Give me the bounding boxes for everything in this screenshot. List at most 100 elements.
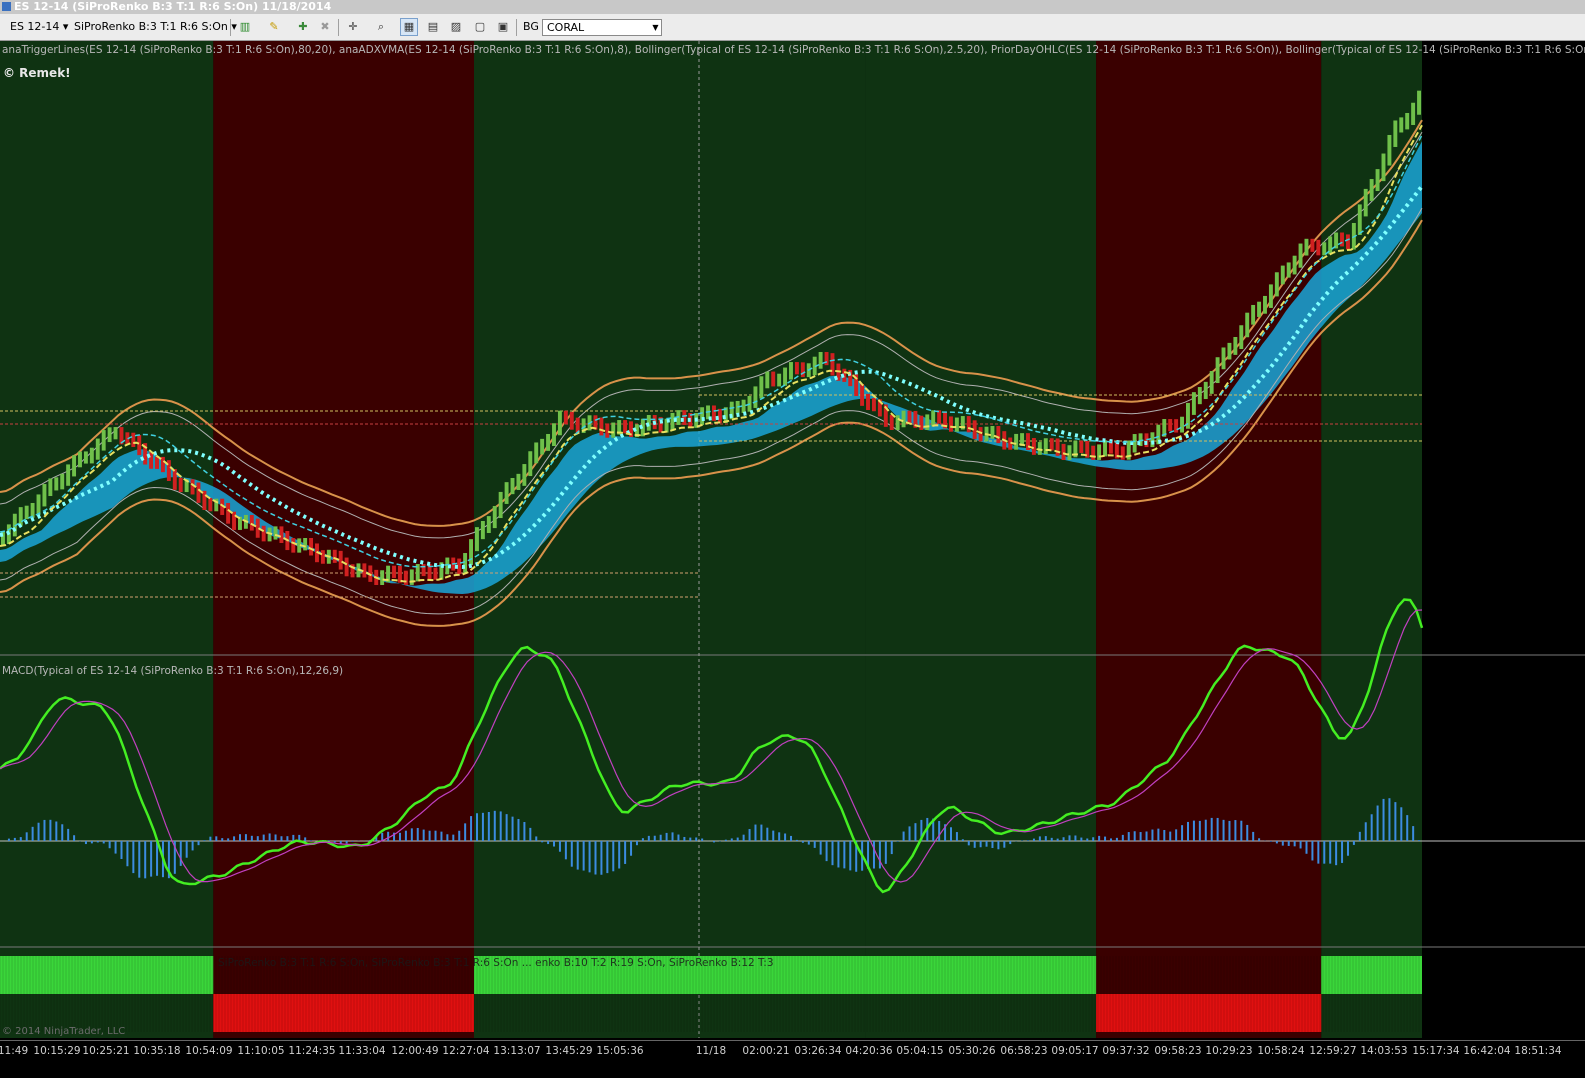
- renko-bar: [83, 451, 88, 464]
- renko-bar: [232, 511, 236, 530]
- renko-bar: [178, 477, 183, 493]
- renko-bar: [1399, 117, 1404, 133]
- renko-bar: [475, 527, 479, 552]
- renko-bar: [303, 538, 308, 551]
- renko-bar: [931, 410, 936, 427]
- renko-bar: [1061, 443, 1066, 460]
- renko-bar: [1227, 342, 1232, 360]
- renko-bar: [771, 371, 776, 387]
- renko-bar: [599, 417, 604, 436]
- renko-bar: [486, 516, 491, 534]
- renko-bar: [1079, 440, 1084, 453]
- renko-bar: [966, 416, 971, 433]
- renko-bar: [866, 393, 870, 411]
- renko-bar: [1345, 234, 1350, 250]
- renko-bar: [1097, 444, 1102, 460]
- renko-bar: [338, 550, 343, 570]
- renko-bar: [794, 362, 799, 375]
- time-axis-tick: 10:29:23: [1205, 1045, 1253, 1057]
- renko-bar: [552, 423, 556, 446]
- time-axis-tick: 13:45:29: [545, 1045, 593, 1057]
- renko-bar: [1209, 371, 1214, 394]
- renko-bar: [907, 410, 912, 423]
- renko-bar: [789, 362, 793, 380]
- regime-band: [865, 41, 1097, 1038]
- renko-bar: [1239, 325, 1244, 349]
- indicator-list-label: anaTriggerLines(ES 12-14 (SiProRenko B:3…: [2, 44, 1585, 56]
- renko-bar: [889, 414, 894, 430]
- renko-bar: [540, 438, 545, 455]
- renko-bar: [202, 490, 207, 510]
- renko-bar: [510, 478, 515, 495]
- renko-bar: [860, 384, 865, 406]
- renko-bar: [546, 433, 551, 451]
- renko-bar: [1286, 262, 1291, 278]
- time-axis-tick: 09:05:17: [1051, 1045, 1099, 1057]
- renko-bar: [344, 557, 349, 577]
- macd-panel-label: MACD(Typical of ES 12-14 (SiProRenko B:3…: [2, 665, 344, 677]
- timeframe-bar-bear: [1096, 994, 1322, 1032]
- time-axis-tick: 14:03:53: [1360, 1045, 1408, 1057]
- renko-bar: [309, 538, 314, 556]
- renko-bar: [901, 410, 906, 428]
- renko-bar: [824, 352, 829, 366]
- renko-bar: [1221, 347, 1226, 370]
- time-axis-tick: 03:26:34: [794, 1045, 842, 1057]
- renko-bar: [783, 367, 788, 386]
- renko-bar: [421, 564, 426, 577]
- renko-bar: [463, 553, 468, 575]
- renko-bar: [113, 427, 118, 440]
- renko-bar: [131, 432, 136, 448]
- renko-bar: [753, 386, 758, 408]
- renko-bar: [1298, 243, 1303, 268]
- renko-bar: [1031, 438, 1036, 455]
- renko-bar: [1405, 112, 1410, 130]
- time-axis-tick: 12:27:04: [442, 1045, 490, 1057]
- renko-bar: [605, 423, 610, 438]
- renko-bar: [1340, 232, 1344, 247]
- renko-bar: [30, 502, 35, 518]
- renko-bar: [937, 410, 942, 424]
- price-chart-area[interactable]: [0, 0, 1585, 1040]
- renko-bar: [1387, 134, 1392, 166]
- renko-bar: [1197, 387, 1202, 405]
- renko-bar: [1014, 433, 1019, 450]
- time-axis-tick: 11:33:04: [338, 1045, 386, 1057]
- time-axis[interactable]: 11:49 10:15:29 10:25:21 10:35:18 10:54:09 11:…: [0, 1040, 1585, 1078]
- time-axis-tick: 10:58:24: [1257, 1045, 1305, 1057]
- renko-bar: [1417, 90, 1421, 115]
- renko-bar: [557, 410, 562, 436]
- renko-bar: [1316, 239, 1321, 256]
- timeframe-bar-bull: [0, 956, 214, 994]
- renko-bar: [1245, 312, 1250, 338]
- renko-bar: [249, 514, 254, 531]
- renko-bar: [320, 550, 325, 564]
- renko-bar: [332, 549, 337, 563]
- time-axis-tick: 11:49: [0, 1045, 29, 1057]
- renko-bar: [48, 478, 53, 497]
- renko-bar: [1174, 419, 1179, 433]
- renko-bar: [1215, 357, 1220, 384]
- renko-bar: [1304, 238, 1309, 256]
- renko-bar: [469, 539, 473, 566]
- renko-bar: [89, 447, 94, 464]
- time-axis-tick: 10:54:09: [185, 1045, 233, 1057]
- renko-bar: [1120, 446, 1125, 460]
- renko-bar: [160, 456, 165, 473]
- time-axis-tick: 15:05:36: [596, 1045, 644, 1057]
- renko-bar: [528, 451, 533, 477]
- renko-bar: [1375, 169, 1380, 192]
- time-axis-tick: 06:58:23: [1000, 1045, 1048, 1057]
- renko-bar: [895, 415, 900, 430]
- renko-bar: [78, 451, 82, 468]
- renko-bar: [1150, 432, 1155, 448]
- regime-band: [213, 41, 475, 1038]
- renko-bar: [1292, 255, 1297, 275]
- renko-bar: [392, 565, 396, 578]
- renko-bar: [42, 484, 47, 507]
- renko-bar: [996, 426, 1001, 444]
- renko-bar: [670, 412, 675, 431]
- renko-bar: [954, 417, 959, 432]
- renko-bar: [1369, 179, 1374, 201]
- renko-bar: [1067, 445, 1072, 460]
